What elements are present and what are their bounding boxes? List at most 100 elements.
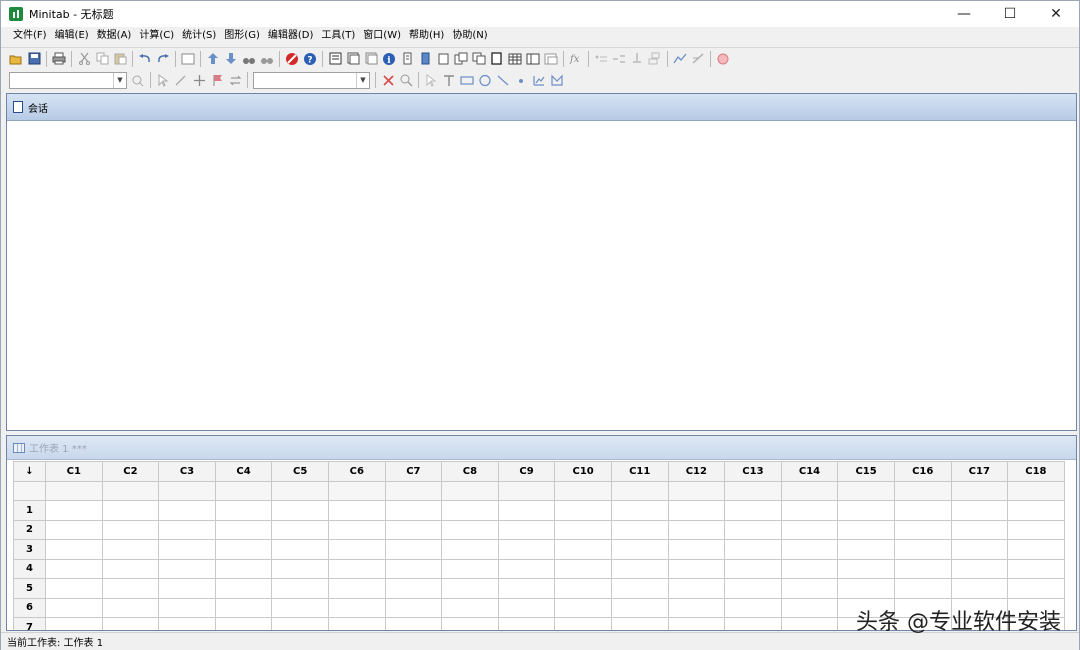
delete-icon[interactable] [380, 72, 396, 88]
data-cell[interactable] [214, 500, 273, 521]
data-cell[interactable] [950, 500, 1009, 521]
data-cell[interactable] [45, 539, 103, 560]
data-cell[interactable] [950, 578, 1009, 599]
menu-window[interactable]: 窗口(W) [359, 27, 405, 45]
column-header[interactable]: C16 [893, 461, 952, 482]
menu-tools[interactable]: 工具(T) [317, 27, 359, 45]
data-cell[interactable] [554, 519, 612, 540]
row-header[interactable]: 5 [13, 578, 46, 599]
data-cell[interactable] [384, 578, 443, 599]
close-button[interactable]: ✕ [1033, 1, 1079, 27]
data-cell[interactable] [610, 558, 669, 579]
data-cell[interactable] [780, 597, 839, 618]
data-cell[interactable] [497, 597, 556, 618]
select-pointer-icon[interactable] [155, 72, 171, 88]
paste-icon[interactable] [112, 51, 128, 67]
open-icon[interactable] [8, 51, 24, 67]
data-cell[interactable] [384, 617, 443, 630]
column-name-cell[interactable] [441, 480, 499, 501]
data-cell[interactable] [158, 500, 216, 521]
data-cell[interactable] [780, 617, 839, 630]
data-cell[interactable] [327, 578, 386, 599]
cut-icon[interactable] [76, 51, 92, 67]
copy-icon[interactable] [94, 51, 110, 67]
data-cell[interactable] [214, 539, 273, 560]
save-icon[interactable] [26, 51, 42, 67]
data-cell[interactable] [667, 578, 726, 599]
data-cell[interactable] [45, 597, 103, 618]
column-name-cell[interactable] [667, 480, 726, 501]
data-cell[interactable] [271, 558, 329, 579]
cancel-icon[interactable] [284, 51, 300, 67]
data-cell[interactable] [950, 519, 1009, 540]
find-next-icon[interactable] [259, 51, 275, 67]
column-name-cell[interactable] [950, 480, 1009, 501]
data-cell[interactable] [1007, 519, 1065, 540]
data-cell[interactable] [158, 597, 216, 618]
data-cell[interactable] [724, 558, 782, 579]
swap-icon[interactable] [227, 72, 243, 88]
data-cell[interactable] [214, 617, 273, 630]
graph-tool-icon[interactable] [130, 72, 146, 88]
menu-edit[interactable]: 编辑(E) [51, 27, 93, 45]
zoom-icon[interactable] [398, 72, 414, 88]
data-cell[interactable] [158, 539, 216, 560]
column-header[interactable]: C2 [101, 461, 160, 482]
data-cell[interactable] [1007, 539, 1065, 560]
menu-data[interactable]: 数据(A) [93, 27, 136, 45]
data-cell[interactable] [441, 578, 499, 599]
data-cell[interactable] [554, 558, 612, 579]
data-cell[interactable] [327, 500, 386, 521]
show-info-icon[interactable] [525, 51, 541, 67]
data-cell[interactable] [384, 597, 443, 618]
column-header[interactable]: C17 [950, 461, 1009, 482]
column-name-cell[interactable] [893, 480, 952, 501]
data-cell[interactable] [45, 500, 103, 521]
column-header[interactable]: C7 [384, 461, 443, 482]
help-icon[interactable]: ? [302, 51, 318, 67]
row-header[interactable]: 4 [13, 558, 46, 579]
data-cell[interactable] [667, 539, 726, 560]
column-name-cell[interactable] [101, 480, 160, 501]
polygon-tool-icon[interactable] [549, 72, 565, 88]
data-cell[interactable] [893, 500, 952, 521]
undo-icon[interactable] [137, 51, 153, 67]
data-cell[interactable] [780, 578, 839, 599]
column-header[interactable]: C9 [497, 461, 556, 482]
data-cell[interactable] [214, 519, 273, 540]
column-name-cell[interactable] [158, 480, 216, 501]
data-cell[interactable] [724, 617, 782, 630]
column-name-cell[interactable] [724, 480, 782, 501]
text-tool-icon[interactable] [441, 72, 457, 88]
report-pad-icon[interactable] [417, 51, 433, 67]
find-icon[interactable] [241, 51, 257, 67]
new-window-icon[interactable] [180, 51, 196, 67]
data-cell[interactable] [214, 597, 273, 618]
session-window[interactable]: 会话 [6, 93, 1077, 431]
data-cell[interactable] [724, 597, 782, 618]
data-cell[interactable] [780, 500, 839, 521]
data-cell[interactable] [667, 519, 726, 540]
data-cell[interactable] [724, 539, 782, 560]
data-cell[interactable] [610, 539, 669, 560]
data-cell[interactable] [214, 578, 273, 599]
column-name-cell[interactable] [497, 480, 556, 501]
data-cell[interactable] [441, 539, 499, 560]
set-id-icon[interactable] [611, 51, 627, 67]
data-cell[interactable] [441, 500, 499, 521]
data-cell[interactable] [554, 578, 612, 599]
data-cell[interactable] [497, 578, 556, 599]
column-header[interactable]: C12 [667, 461, 726, 482]
data-cell[interactable] [780, 539, 839, 560]
history-icon[interactable] [399, 51, 415, 67]
data-cell[interactable] [327, 597, 386, 618]
data-cell[interactable] [497, 500, 556, 521]
column-header[interactable]: C4 [214, 461, 273, 482]
data-cell[interactable] [101, 617, 160, 630]
data-cell[interactable] [45, 519, 103, 540]
data-cell[interactable] [384, 539, 443, 560]
print-icon[interactable] [51, 51, 67, 67]
data-cell[interactable] [271, 539, 329, 560]
row-header[interactable]: 2 [13, 519, 46, 540]
session-window-icon[interactable] [327, 51, 343, 67]
